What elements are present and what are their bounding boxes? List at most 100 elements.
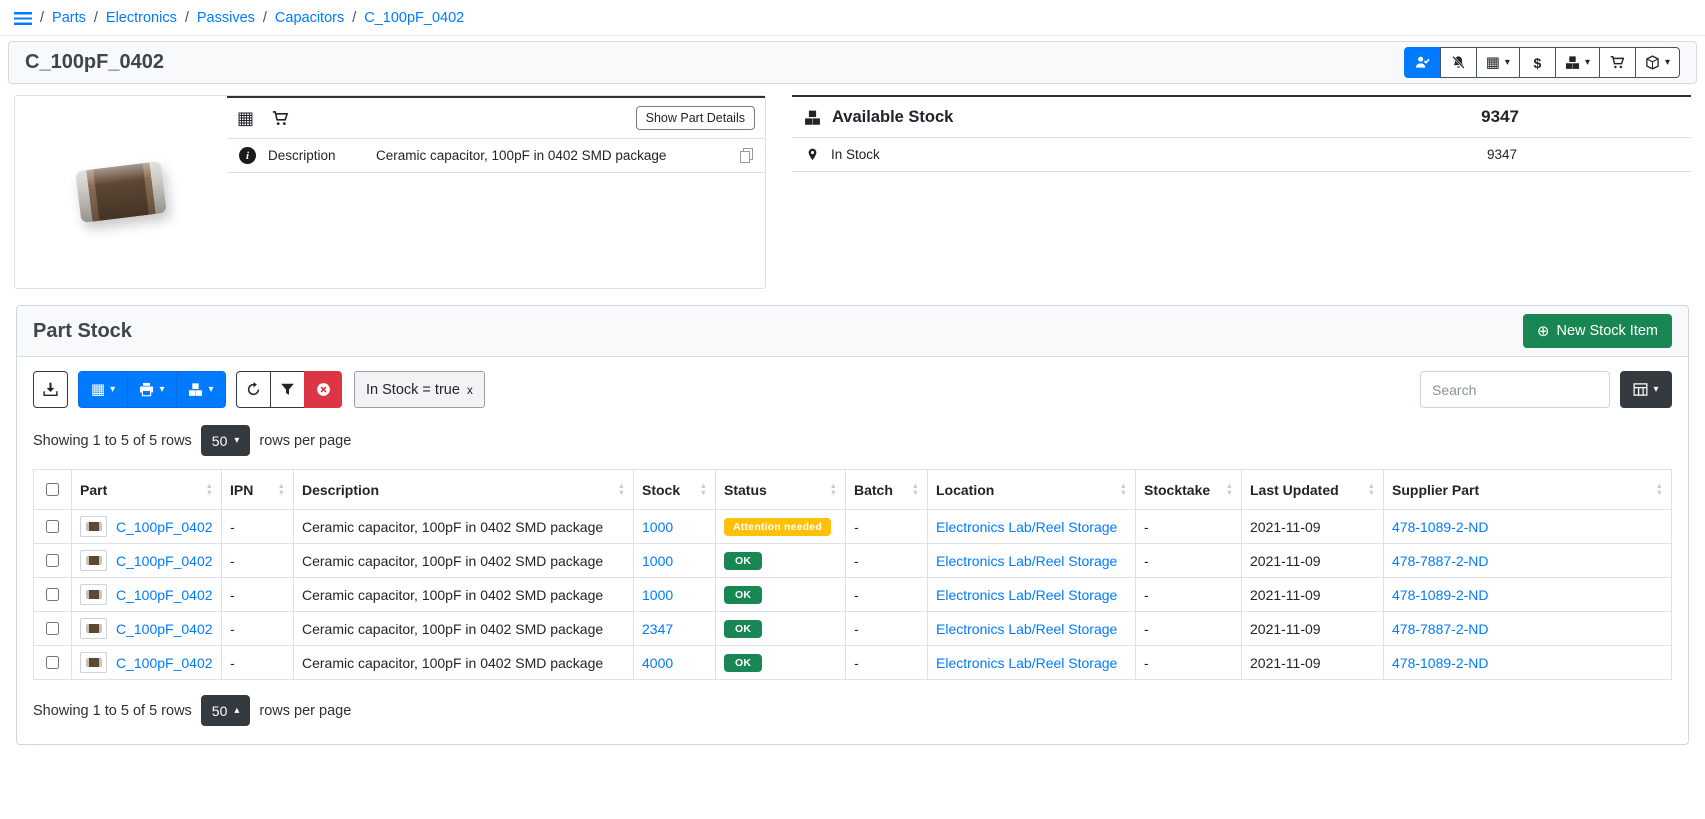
row-checkbox[interactable]	[46, 622, 59, 635]
breadcrumb-item-current-part[interactable]: C_100pF_0402	[364, 10, 464, 26]
location-link[interactable]: Electronics Lab/Reel Storage	[936, 553, 1117, 569]
supplier-part-link[interactable]: 478-7887-2-ND	[1392, 621, 1489, 637]
select-all-header	[34, 470, 72, 510]
export-button[interactable]	[33, 371, 68, 408]
breadcrumb-item-capacitors[interactable]: Capacitors	[275, 10, 344, 26]
column-header-stock[interactable]: Stock	[634, 470, 716, 510]
column-header-part[interactable]: Part	[72, 470, 222, 510]
filter-chip-remove[interactable]: x	[467, 383, 473, 397]
part-link[interactable]: C_100pF_0402	[116, 621, 213, 637]
location-link[interactable]: Electronics Lab/Reel Storage	[936, 519, 1117, 535]
supplier-part-cell: 478-7887-2-ND	[1384, 612, 1672, 646]
description-value: Ceramic capacitor, 100pF in 0402 SMD pac…	[376, 148, 728, 163]
part-link[interactable]: C_100pF_0402	[116, 553, 213, 569]
download-icon	[43, 382, 58, 397]
column-header-last-updated[interactable]: Last Updated	[1242, 470, 1384, 510]
part-cell: C_100pF_0402	[72, 612, 222, 646]
stock-actions-dropdown[interactable]: ▾	[1555, 47, 1600, 78]
breadcrumb-separator: /	[185, 10, 189, 26]
location-link[interactable]: Electronics Lab/Reel Storage	[936, 587, 1117, 603]
stock-cell: 1000	[634, 578, 716, 612]
unsubscribe-button[interactable]	[1440, 47, 1477, 78]
breadcrumb-item-parts[interactable]: Parts	[52, 10, 86, 26]
column-header-stocktake[interactable]: Stocktake	[1136, 470, 1242, 510]
part-image[interactable]	[15, 96, 227, 288]
in-stock-row: In Stock 9347	[792, 138, 1691, 172]
stock-link[interactable]: 1000	[642, 587, 673, 603]
row-checkbox[interactable]	[46, 520, 59, 533]
filter-button[interactable]	[270, 371, 305, 408]
copy-icon[interactable]	[740, 148, 753, 163]
batch-cell: -	[846, 646, 928, 680]
supplier-part-link[interactable]: 478-7887-2-ND	[1392, 553, 1489, 569]
column-toggle-dropdown[interactable]: ▾	[1620, 371, 1672, 408]
row-checkbox[interactable]	[46, 554, 59, 567]
breadcrumb: / Parts / Electronics / Passives / Capac…	[0, 0, 1705, 36]
status-badge: OK	[724, 620, 762, 638]
column-header-ipn[interactable]: IPN	[222, 470, 294, 510]
grid-icon: ▦	[237, 109, 254, 127]
column-header-location[interactable]: Location	[928, 470, 1136, 510]
supplier-part-link[interactable]: 478-1089-2-ND	[1392, 519, 1489, 535]
last-updated-cell: 2021-11-09	[1242, 578, 1384, 612]
table-row: C_100pF_0402 - Ceramic capacitor, 100pF …	[34, 646, 1672, 680]
part-link[interactable]: C_100pF_0402	[116, 655, 213, 671]
chevron-down-icon: ▾	[1653, 385, 1658, 395]
filter-button-group	[236, 371, 342, 408]
part-overview: ▦ Show Part Details i Description Cerami…	[8, 95, 1697, 289]
chevron-down-icon: ▾	[159, 385, 164, 395]
subscribed-button[interactable]	[1404, 47, 1441, 78]
stock-cell: 2347	[634, 612, 716, 646]
part-stock-panel: Part Stock ⊕ New Stock Item ▦ ▾	[16, 305, 1689, 745]
barcode-actions-dropdown[interactable]: ▦ ▾	[1476, 47, 1520, 78]
column-header-status[interactable]: Status	[716, 470, 846, 510]
description-cell: Ceramic capacitor, 100pF in 0402 SMD pac…	[294, 510, 634, 544]
stock-options-dropdown[interactable]: ▾	[176, 371, 226, 408]
show-part-details-button[interactable]: Show Part Details	[636, 106, 755, 130]
part-link[interactable]: C_100pF_0402	[116, 587, 213, 603]
row-checkbox[interactable]	[46, 588, 59, 601]
column-header-supplier-part[interactable]: Supplier Part	[1384, 470, 1672, 510]
supplier-part-link[interactable]: 478-1089-2-ND	[1392, 587, 1489, 603]
filter-chip: In Stock = true x	[354, 371, 485, 408]
stock-link[interactable]: 1000	[642, 519, 673, 535]
dollar-icon: $	[1534, 55, 1542, 71]
page-size-dropdown[interactable]: 50 ▾	[201, 425, 251, 456]
page-size-dropdown[interactable]: 50 ▴	[201, 695, 251, 726]
row-checkbox[interactable]	[46, 656, 59, 669]
menu-icon[interactable]	[14, 12, 32, 25]
part-options-dropdown[interactable]: ▾	[1635, 47, 1680, 78]
person-check-icon	[1415, 55, 1430, 70]
breadcrumb-item-passives[interactable]: Passives	[197, 10, 255, 26]
part-thumbnail	[80, 516, 107, 537]
available-stock-title: Available Stock	[832, 108, 953, 127]
column-header-description[interactable]: Description	[294, 470, 634, 510]
order-part-button[interactable]	[1599, 47, 1636, 78]
description-row: i Description Ceramic capacitor, 100pF i…	[227, 139, 765, 173]
ipn-cell: -	[222, 578, 294, 612]
breadcrumb-separator: /	[263, 10, 267, 26]
part-link[interactable]: C_100pF_0402	[116, 519, 213, 535]
location-link[interactable]: Electronics Lab/Reel Storage	[936, 655, 1117, 671]
clear-filters-button[interactable]	[304, 371, 342, 408]
stock-cell: 1000	[634, 544, 716, 578]
new-stock-item-button[interactable]: ⊕ New Stock Item	[1523, 314, 1672, 348]
part-details-header: ▦ Show Part Details	[227, 96, 765, 139]
search-input[interactable]	[1420, 371, 1610, 408]
stock-link[interactable]: 1000	[642, 553, 673, 569]
supplier-part-cell: 478-1089-2-ND	[1384, 646, 1672, 680]
column-header-batch[interactable]: Batch	[846, 470, 928, 510]
location-link[interactable]: Electronics Lab/Reel Storage	[936, 621, 1117, 637]
supplier-part-link[interactable]: 478-1089-2-ND	[1392, 655, 1489, 671]
select-all-checkbox[interactable]	[46, 483, 59, 496]
print-dropdown[interactable]: ▾	[127, 371, 177, 408]
barcode-dropdown[interactable]: ▦ ▾	[78, 371, 128, 408]
refresh-button[interactable]	[236, 371, 271, 408]
part-details-card: ▦ Show Part Details i Description Cerami…	[14, 95, 766, 289]
location-cell: Electronics Lab/Reel Storage	[928, 510, 1136, 544]
price-information-button[interactable]: $	[1519, 47, 1556, 78]
stock-link[interactable]: 2347	[642, 621, 673, 637]
cube-icon	[1645, 55, 1660, 70]
breadcrumb-item-electronics[interactable]: Electronics	[106, 10, 177, 26]
stock-link[interactable]: 4000	[642, 655, 673, 671]
